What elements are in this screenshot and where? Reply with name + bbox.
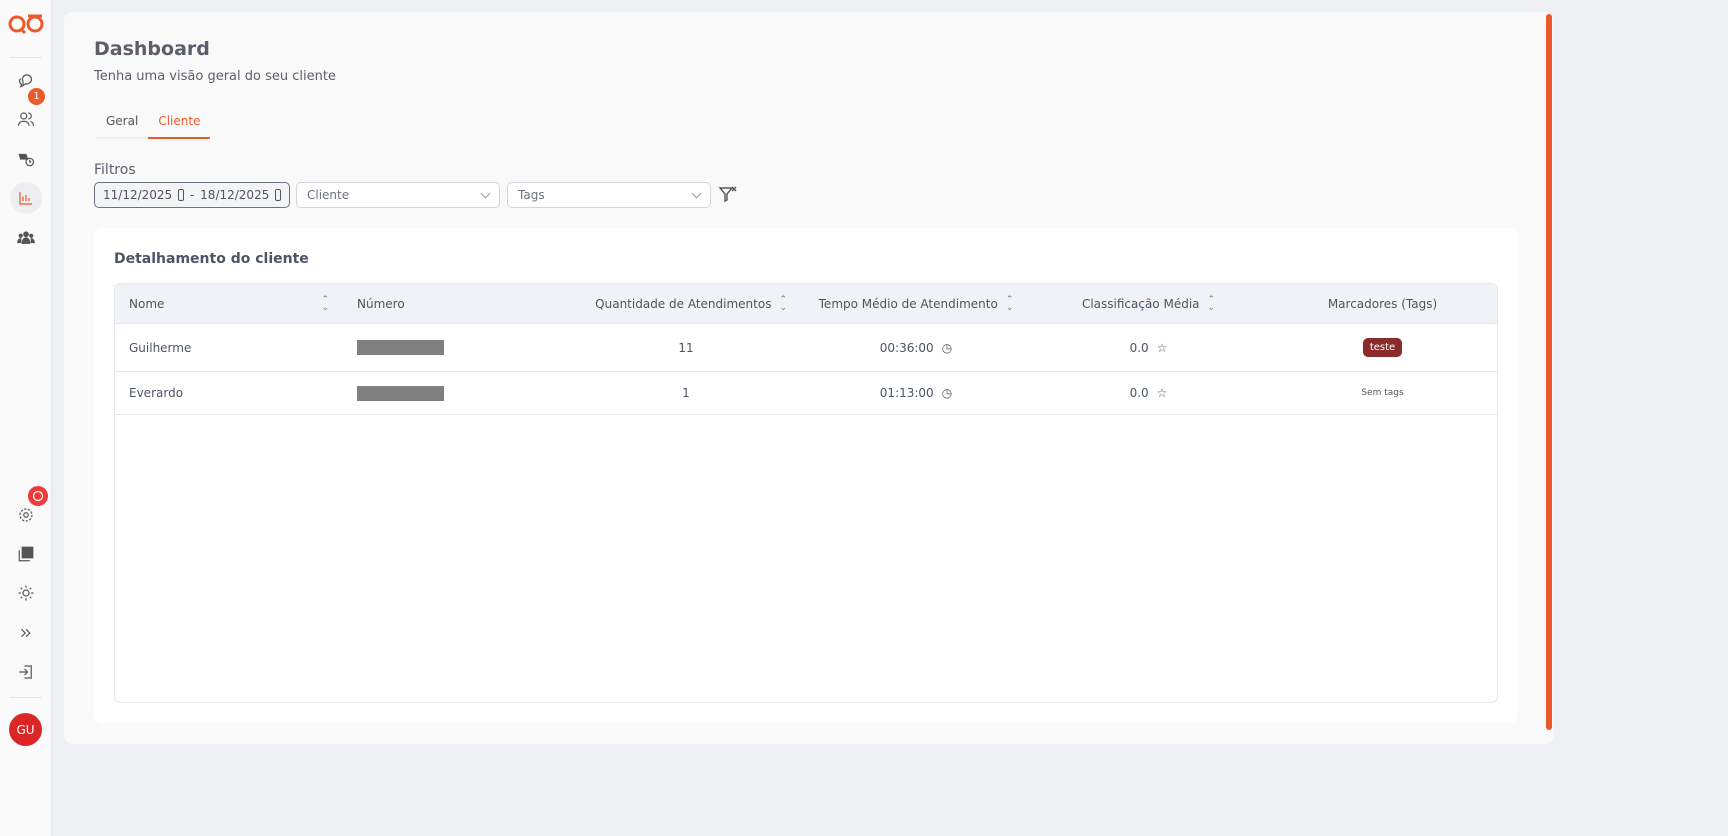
cell-number — [343, 340, 571, 355]
avatar[interactable]: GU — [9, 713, 42, 746]
col-label: Marcadores (Tags) — [1327, 296, 1438, 311]
cell-count: 1 — [682, 386, 690, 400]
star-icon: ☆ — [1156, 340, 1168, 355]
col-label: Número — [357, 296, 405, 311]
tag-badge: teste — [1362, 338, 1403, 357]
client-select-placeholder: Cliente — [307, 188, 350, 202]
sort-icon[interactable]: ⌃ ⌄ — [1208, 295, 1216, 312]
tab-cliente[interactable]: Cliente — [148, 112, 211, 139]
col-tempo[interactable]: Tempo Médio de Atendimento ⌃ ⌄ — [801, 295, 1031, 312]
clock-icon: ◷ — [941, 386, 953, 400]
col-label: Classificação Média — [1081, 296, 1200, 311]
cell-rating: 0.0 ☆ — [1031, 386, 1266, 400]
sort-icon[interactable]: ⌃ ⌄ — [1006, 295, 1014, 312]
calendar-icon — [275, 189, 281, 201]
cell-name: Guilherme — [129, 340, 192, 355]
col-numero: Número — [343, 297, 571, 311]
cell-number — [343, 385, 571, 401]
chevron-down-icon — [691, 188, 702, 199]
date-separator: - — [189, 188, 195, 202]
teams-icon[interactable] — [10, 222, 42, 254]
cell-avg-time: 01:13:00 ◷ — [801, 386, 1031, 400]
table-row[interactable]: Everardo 1 01:13:00 ◷ 0.0 ☆ Sem tags — [115, 372, 1497, 415]
logo-icon[interactable] — [8, 12, 44, 34]
avg-time: 00:36:00 — [879, 340, 934, 355]
logout-icon[interactable] — [10, 656, 42, 688]
cell-tags: Sem tags — [1266, 388, 1497, 398]
col-label: Quantidade de Atendimentos — [595, 296, 772, 311]
redacted-number — [357, 385, 444, 401]
expand-icon[interactable] — [10, 617, 42, 649]
theme-sun-icon[interactable] — [10, 577, 42, 609]
contacts-icon[interactable] — [10, 103, 42, 135]
date-end: 18/12/2025 — [200, 188, 270, 202]
date-start: 11/12/2025 — [103, 188, 173, 202]
rating: 0.0 — [1129, 340, 1149, 355]
settings-icon[interactable] — [10, 499, 42, 531]
clear-filter-icon[interactable] — [718, 185, 738, 205]
sort-icon[interactable]: ⌃ ⌄ — [779, 295, 787, 312]
calendar-icon — [178, 189, 184, 201]
cell-count: 11 — [678, 340, 694, 355]
filters-label: Filtros — [94, 162, 136, 178]
client-detail-card: Detalhamento do cliente Nome ⌃ ⌄ Número Qu… — [94, 228, 1518, 723]
sort-icon[interactable]: ⌃ ⌄ — [321, 295, 329, 312]
clock-icon: ◷ — [941, 340, 953, 355]
avg-time: 01:13:00 — [879, 386, 934, 400]
dashboard-icon[interactable] — [10, 182, 42, 214]
star-icon: ☆ — [1156, 386, 1168, 400]
contact-book-icon[interactable] — [10, 538, 42, 570]
col-quantidade[interactable]: Quantidade de Atendimentos ⌃ ⌄ — [571, 295, 801, 312]
cell-rating: 0.0 ☆ — [1031, 341, 1266, 355]
client-select[interactable]: Cliente — [296, 182, 500, 208]
table-header: Nome ⌃ ⌄ Número Quantidade de Atendimentos… — [115, 284, 1497, 324]
tabs: Geral Cliente — [96, 112, 211, 139]
redacted-number — [357, 340, 444, 355]
tab-geral[interactable]: Geral — [96, 112, 148, 137]
col-label: Tempo Médio de Atendimento — [818, 296, 998, 311]
date-range-picker[interactable]: 11/12/2025 - 18/12/2025 — [94, 182, 290, 208]
cell-name: Everardo — [129, 386, 184, 400]
client-table: Nome ⌃ ⌄ Número Quantidade de Atendimentos… — [114, 283, 1498, 703]
col-tags: Marcadores (Tags) — [1266, 296, 1497, 311]
tags-select[interactable]: Tags — [507, 182, 711, 208]
schedule-icon[interactable] — [10, 143, 42, 175]
col-label: Nome — [129, 296, 165, 311]
chat-badge: 1 — [28, 88, 45, 105]
tags-select-placeholder: Tags — [518, 188, 545, 202]
cell-avg-time: 00:36:00 ◷ — [801, 341, 1031, 355]
no-tags-label: Sem tags — [1361, 388, 1404, 398]
card-title: Detalhamento do cliente — [114, 251, 309, 267]
rating: 0.0 — [1129, 386, 1149, 400]
col-nome[interactable]: Nome ⌃ ⌄ — [115, 295, 343, 312]
col-classificacao[interactable]: Classificação Média ⌃ ⌄ — [1031, 295, 1266, 312]
scrollbar[interactable] — [1546, 14, 1552, 730]
page-subtitle: Tenha uma visão geral do seu cliente — [94, 69, 336, 84]
chevron-down-icon — [480, 188, 491, 199]
page-title: Dashboard — [94, 38, 210, 60]
table-row[interactable]: Guilherme 11 00:36:00 ◷ 0.0 ☆ teste — [115, 324, 1497, 372]
sidebar: 1 GU — [0, 0, 52, 836]
cell-tags: teste — [1266, 338, 1497, 357]
